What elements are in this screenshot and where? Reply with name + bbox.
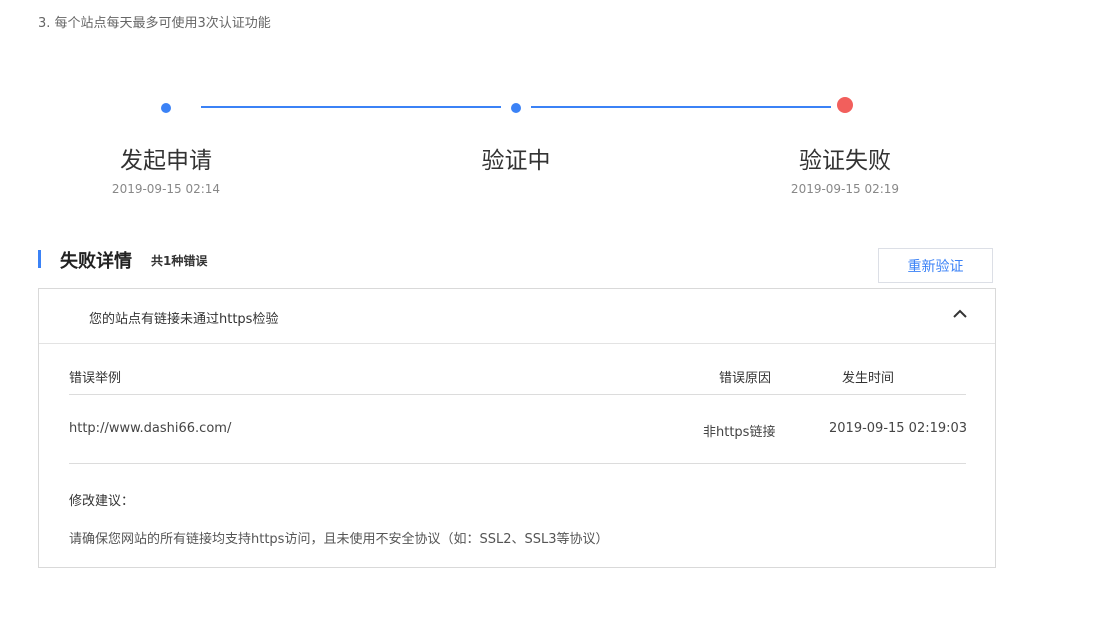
step-label-failed: 验证失败 bbox=[799, 148, 891, 174]
advice-text: 请确保您网站的所有链接均支持https访问，且未使用不安全协议（如：SSL2、S… bbox=[69, 532, 609, 547]
page: 3. 每个站点每天最多可使用3次认证功能 发起申请 验证中 验证失败 2019-… bbox=[0, 0, 1099, 619]
section-title: 失败详情 bbox=[60, 251, 132, 272]
row-reason: 非https链接 bbox=[703, 425, 776, 440]
step-time-apply: 2019-09-15 02:14 bbox=[111, 182, 221, 196]
section-accent-bar bbox=[38, 250, 41, 268]
column-header-example: 错误举例 bbox=[69, 371, 122, 386]
step-line-1 bbox=[201, 106, 501, 108]
retry-verify-button[interactable]: 重新验证 bbox=[878, 248, 993, 283]
step-dot-2 bbox=[511, 103, 521, 113]
error-panel: 您的站点有链接未通过https检验 错误举例 错误原因 发生时间 http://… bbox=[38, 288, 996, 568]
row-example-url: http://www.dashi66.com/ bbox=[69, 421, 232, 436]
row-time: 2019-09-15 02:19:03 bbox=[829, 421, 968, 436]
table-row-divider bbox=[69, 463, 966, 464]
chevron-up-icon[interactable] bbox=[952, 306, 968, 322]
error-panel-heading: 您的站点有链接未通过https检验 bbox=[89, 312, 279, 327]
step-line-2 bbox=[531, 106, 831, 108]
step-label-apply: 发起申请 bbox=[120, 148, 212, 174]
progress-steps: 发起申请 验证中 验证失败 2019-09-15 02:14 2019-09-1… bbox=[0, 0, 1099, 220]
column-header-time: 发生时间 bbox=[842, 371, 895, 386]
step-dot-1 bbox=[161, 103, 171, 113]
step-dot-3-failed bbox=[837, 97, 853, 113]
table-header-divider bbox=[69, 394, 966, 395]
column-header-reason: 错误原因 bbox=[719, 371, 772, 386]
advice-title: 修改建议： bbox=[69, 494, 135, 509]
step-time-failed: 2019-09-15 02:19 bbox=[790, 182, 900, 196]
error-panel-header[interactable]: 您的站点有链接未通过https检验 bbox=[39, 289, 995, 344]
step-label-verifying: 验证中 bbox=[481, 148, 551, 174]
error-count: 共1种错误 bbox=[151, 254, 208, 268]
